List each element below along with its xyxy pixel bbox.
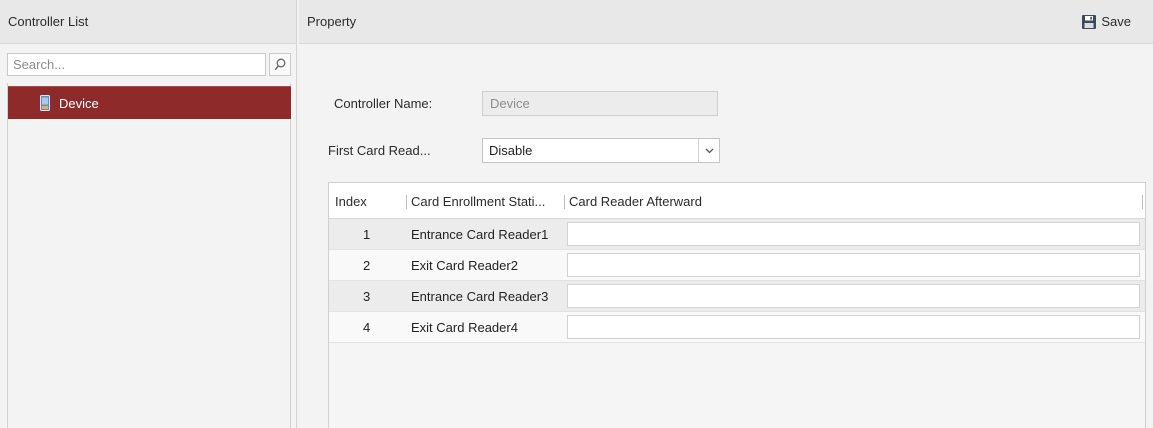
search-box: [7, 53, 291, 76]
column-divider: [1142, 195, 1143, 209]
row-index: 2: [363, 258, 371, 273]
row-index: 1: [363, 227, 371, 242]
row-index: 4: [363, 320, 371, 335]
save-icon: [1082, 15, 1097, 29]
controller-name-value: Device: [490, 96, 530, 111]
table-row[interactable]: 4 Exit Card Reader4: [329, 312, 1145, 343]
search-button[interactable]: [269, 53, 291, 76]
table-header: Index Card Enrollment Stati... Card Read…: [329, 183, 1145, 219]
tree-item-device[interactable]: Device: [8, 86, 291, 119]
device-icon: [40, 95, 50, 111]
row-station: Exit Card Reader2: [411, 258, 518, 273]
card-reader-afterward-input[interactable]: [567, 315, 1140, 339]
property-title: Property: [307, 14, 357, 29]
chevron-down-icon[interactable]: [698, 139, 719, 162]
save-button[interactable]: Save: [1082, 0, 1131, 44]
column-header-index[interactable]: Index: [335, 194, 367, 209]
column-header-station[interactable]: Card Enrollment Stati...: [411, 194, 545, 209]
controller-list-panel: Controller List Device: [0, 0, 297, 428]
row-station: Entrance Card Reader3: [411, 289, 549, 304]
card-reader-afterward-input[interactable]: [567, 253, 1140, 277]
save-label: Save: [1101, 14, 1131, 29]
row-station: Entrance Card Reader1: [411, 227, 549, 242]
table-row[interactable]: 2 Exit Card Reader2: [329, 250, 1145, 281]
controller-list-title: Controller List: [0, 0, 296, 44]
column-divider: [406, 195, 407, 209]
table-row[interactable]: 3 Entrance Card Reader3: [329, 281, 1145, 312]
tree-item-label: Device: [59, 95, 99, 111]
property-header: Property Save: [299, 0, 1153, 44]
search-input[interactable]: [7, 53, 266, 76]
card-reader-afterward-input[interactable]: [567, 284, 1140, 308]
first-card-reader-value: Disable: [489, 143, 533, 158]
property-panel: Property Save Controller Name: Device Fi…: [299, 0, 1153, 428]
controller-name-field: Device: [482, 91, 718, 116]
first-card-reader-select[interactable]: Disable: [482, 138, 720, 163]
row-index: 3: [363, 289, 371, 304]
search-icon: [274, 58, 286, 71]
column-divider: [564, 195, 565, 209]
row-station: Exit Card Reader4: [411, 320, 518, 335]
controller-tree: Device: [7, 83, 291, 428]
controller-name-label: Controller Name:: [334, 96, 433, 111]
card-reader-table: Index Card Enrollment Stati... Card Read…: [328, 182, 1146, 428]
card-reader-afterward-input[interactable]: [567, 222, 1140, 246]
table-row[interactable]: 1 Entrance Card Reader1: [329, 219, 1145, 250]
column-header-afterward[interactable]: Card Reader Afterward: [569, 194, 702, 209]
first-card-reader-label: First Card Read...: [328, 143, 431, 158]
